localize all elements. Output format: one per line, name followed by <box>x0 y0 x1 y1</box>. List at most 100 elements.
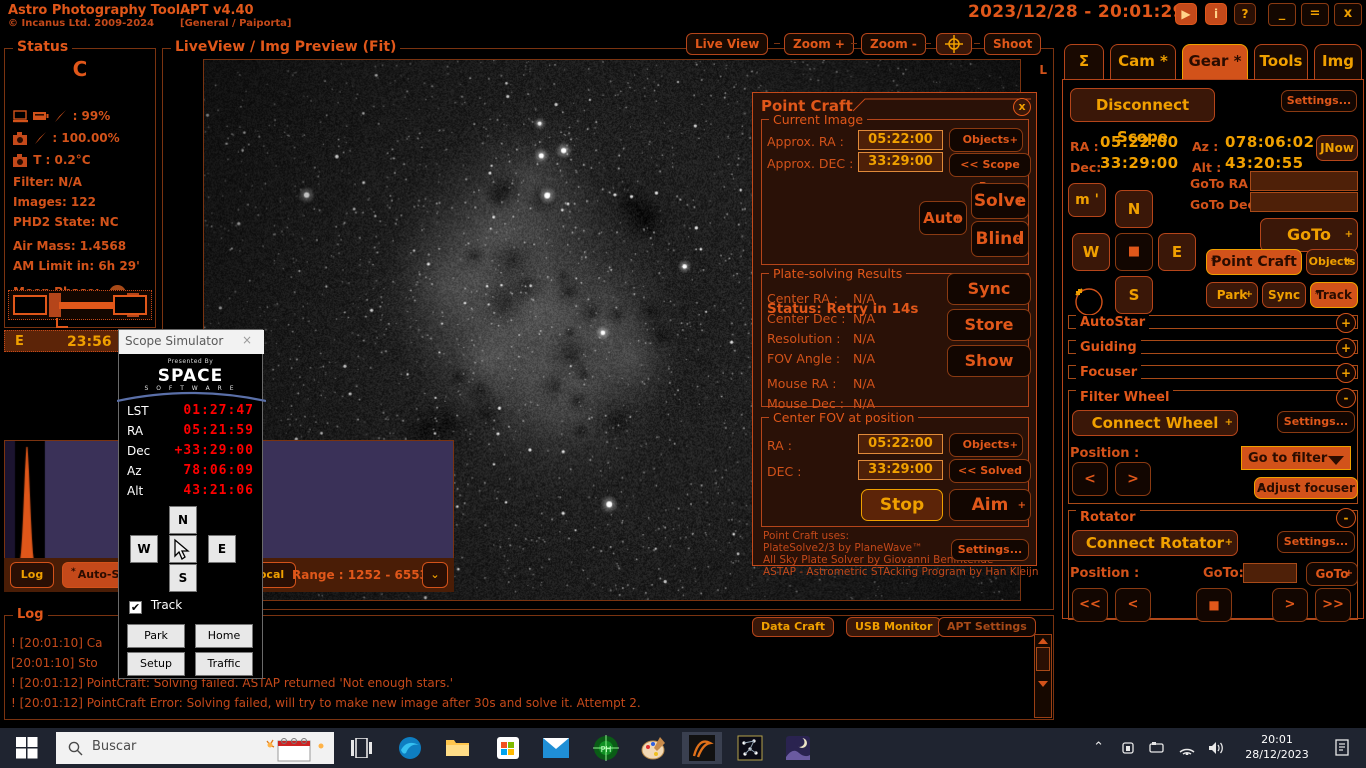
live-view-button[interactable]: Live View <box>686 33 768 55</box>
histogram-log-button[interactable]: Log <box>10 562 54 588</box>
scope-simulator-close-button[interactable]: × <box>234 333 260 351</box>
gear-sync-button[interactable]: Sync <box>1262 282 1306 308</box>
sim-traffic-button[interactable]: Traffic <box>195 652 253 676</box>
shoot-button[interactable]: Shoot <box>984 33 1041 55</box>
volume-icon[interactable] <box>1208 741 1226 755</box>
rotator-prev-button[interactable]: < <box>1115 588 1151 622</box>
jnow-button[interactable]: JNow <box>1316 135 1358 161</box>
point-craft-button[interactable]: * Point Craft <box>1206 249 1302 275</box>
chevron-double-down-icon[interactable]: ⌄ <box>422 562 448 588</box>
section-filter-wheel-toggle[interactable]: - <box>1336 388 1356 408</box>
park-button[interactable]: Park + <box>1206 282 1258 308</box>
scope-simulator-window[interactable]: Scope Simulator × Presented By SPACE S O… <box>118 329 263 679</box>
gear-objects-button[interactable]: Objects + <box>1306 249 1358 275</box>
track-checkbox[interactable]: ✔ Track <box>129 598 182 614</box>
paint-icon[interactable] <box>634 732 674 764</box>
exposure-progress-widget[interactable] <box>8 290 152 320</box>
point-craft-close-button[interactable]: x <box>1013 98 1031 116</box>
maximize-button[interactable]: = <box>1301 3 1329 26</box>
rate-button[interactable]: m ' <box>1068 183 1106 217</box>
sim-park-button[interactable]: Park <box>127 624 185 648</box>
taskbar-clock[interactable]: 20:01 28/12/2023 <box>1242 732 1312 762</box>
adjust-focuser-button[interactable]: * Adjust focuser <box>1254 477 1358 499</box>
close-button[interactable]: x <box>1334 3 1362 26</box>
task-view-icon[interactable] <box>342 732 382 764</box>
filter-prev-button[interactable]: < <box>1072 462 1108 496</box>
sim-south-button[interactable]: S <box>169 564 197 592</box>
rotator-fast-next-button[interactable]: >> <box>1315 588 1351 622</box>
rotator-settings-button[interactable]: Settings... <box>1277 531 1355 553</box>
tab-gear[interactable]: Gear * <box>1182 44 1248 80</box>
usb-icon[interactable] <box>1148 742 1166 754</box>
sim-west-button[interactable]: W <box>130 535 158 563</box>
microsoft-store-icon[interactable] <box>488 732 528 764</box>
rotator-fast-prev-button[interactable]: << <box>1072 588 1108 622</box>
minimize-button[interactable]: _ <box>1268 3 1296 26</box>
tab-img[interactable]: Img <box>1314 44 1362 80</box>
file-explorer-icon[interactable] <box>438 732 478 764</box>
fov-objects-button[interactable]: Objects + <box>949 433 1023 457</box>
phd2-icon[interactable]: PH <box>586 732 626 764</box>
direction-stop-button[interactable]: ■ <box>1115 233 1153 271</box>
night-sky-icon[interactable] <box>778 732 818 764</box>
windows-icon[interactable] <box>6 732 48 764</box>
crosshair-icon[interactable] <box>936 33 972 55</box>
zoom-out-button[interactable]: Zoom - <box>861 33 926 55</box>
fov-ra-input[interactable]: 05:22:00 <box>858 434 943 454</box>
scroll-down-arrow[interactable] <box>1038 681 1048 687</box>
sim-north-button[interactable]: N <box>169 506 197 534</box>
scroll-thumb[interactable] <box>1036 647 1050 671</box>
tab-tools[interactable]: Tools <box>1254 44 1308 80</box>
rotator-next-button[interactable]: > <box>1272 588 1308 622</box>
wifi-icon[interactable] <box>1178 742 1196 755</box>
sim-home-button[interactable]: Home <box>195 624 253 648</box>
connect-wheel-button[interactable]: Connect Wheel + <box>1072 410 1238 436</box>
blind-button[interactable]: Blind + <box>971 221 1029 257</box>
rotator-stop-button[interactable]: ■ <box>1196 588 1232 622</box>
zoom-in-button[interactable]: Zoom + <box>784 33 854 55</box>
chevron-up-icon[interactable]: ⌃ <box>1093 740 1104 755</box>
fov-dec-input[interactable]: 33:29:00 <box>858 460 943 480</box>
aim-button[interactable]: Aim + <box>949 489 1031 521</box>
tab-cam[interactable]: Cam * <box>1110 44 1176 80</box>
filter-select[interactable]: Go to filter <box>1241 446 1351 470</box>
direction-west-button[interactable]: W <box>1072 233 1110 271</box>
solve-button[interactable]: Solve + <box>971 183 1029 219</box>
log-scrollbar[interactable] <box>1034 634 1052 718</box>
edge-icon[interactable] <box>390 732 430 764</box>
rotator-goto-button[interactable]: GoTo + <box>1306 562 1358 586</box>
point-craft-dialog[interactable]: Point Craft x Current Image Approx. RA :… <box>752 92 1037 566</box>
approx-dec-input[interactable]: 33:29:00 <box>858 152 943 172</box>
play-icon[interactable]: ▶ <box>1175 3 1197 25</box>
show-button[interactable]: Show <box>947 345 1031 377</box>
direction-east-button[interactable]: E <box>1158 233 1196 271</box>
stop-button[interactable]: Stop <box>861 489 943 521</box>
goto-button[interactable]: GoTo + <box>1260 218 1358 252</box>
apt-icon[interactable] <box>682 732 722 764</box>
section-focuser-toggle[interactable]: + <box>1336 363 1356 383</box>
meridian-flip-icon[interactable] <box>1068 283 1108 317</box>
filter-wheel-settings-button[interactable]: Settings... <box>1277 411 1355 433</box>
sim-center-button[interactable] <box>169 535 197 563</box>
direction-south-button[interactable]: S <box>1115 276 1153 314</box>
connect-rotator-button[interactable]: Connect Rotator + <box>1072 530 1238 556</box>
scope-pos-button[interactable]: << Scope Pos <box>949 153 1031 177</box>
mail-icon[interactable] <box>536 732 576 764</box>
scroll-up-arrow[interactable] <box>1038 638 1048 644</box>
goto-ra-input[interactable] <box>1250 171 1358 191</box>
sim-setup-button[interactable]: Setup <box>127 652 185 676</box>
auto-button[interactable]: Auto + <box>919 201 967 235</box>
approx-ra-input[interactable]: 05:22:00 <box>858 130 943 150</box>
sim-east-button[interactable]: E <box>208 535 236 563</box>
filter-next-button[interactable]: > <box>1115 462 1151 496</box>
track-button[interactable]: * Track <box>1310 282 1358 308</box>
help-icon[interactable]: ? <box>1234 3 1256 25</box>
section-guiding-toggle[interactable]: + <box>1336 338 1356 358</box>
current-objects-button[interactable]: Objects + <box>949 128 1023 152</box>
direction-north-button[interactable]: N <box>1115 190 1153 228</box>
notifications-icon[interactable] <box>1334 739 1352 757</box>
scope-settings-button[interactable]: Settings... <box>1281 90 1357 112</box>
sync-button[interactable]: Sync <box>947 273 1031 305</box>
store-button[interactable]: Store <box>947 309 1031 341</box>
search-input[interactable]: Buscar <box>56 732 334 764</box>
